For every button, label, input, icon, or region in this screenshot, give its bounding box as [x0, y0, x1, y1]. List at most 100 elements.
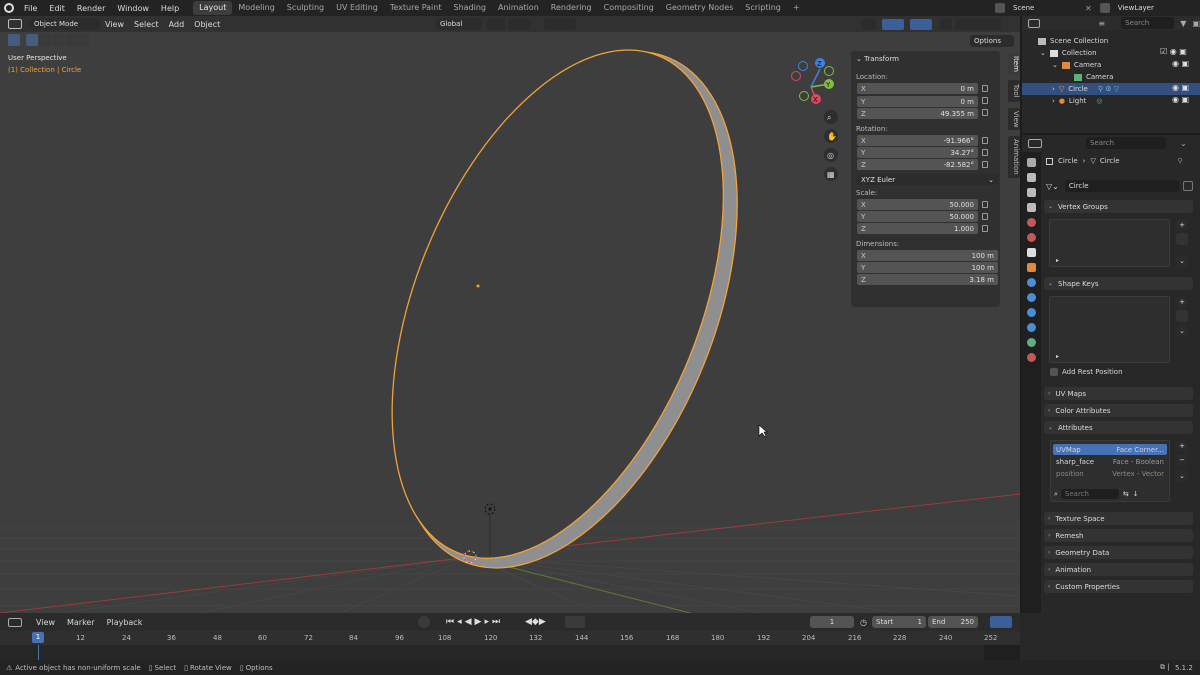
expand-icon[interactable]: ›	[1052, 85, 1055, 93]
tab-uv-editing[interactable]: UV Editing	[330, 1, 384, 15]
playback-controls[interactable]: ⏮◂◀▶▸⏭	[446, 617, 503, 627]
transform-orientation-selector[interactable]: Global	[436, 18, 482, 30]
visibility-eye-icon[interactable]: ◉ ▣	[1160, 95, 1196, 107]
3d-viewport[interactable]: Z Y X ⌕ ✋ ◎ ▦ Object Mode View Select Ad…	[0, 16, 1020, 613]
world-tab-icon[interactable]	[1027, 233, 1036, 242]
pivot-icon[interactable]	[487, 18, 505, 30]
scale-x-field[interactable]: X 50.000	[857, 199, 978, 210]
attribute-row-position[interactable]: position Vertex - Vector	[1053, 468, 1167, 479]
scale-y-field[interactable]: Y 50.000	[857, 211, 978, 222]
menu-window[interactable]: Window	[111, 4, 155, 13]
panel-uv-maps[interactable]: › UV Maps	[1044, 387, 1193, 400]
menu-select[interactable]: Select	[129, 20, 164, 29]
tab-view[interactable]: View	[1008, 108, 1020, 130]
lock-icon[interactable]	[982, 213, 988, 220]
panel-custom-properties[interactable]: › Custom Properties	[1044, 580, 1193, 593]
select-mode-invert-icon[interactable]	[65, 34, 77, 46]
lock-icon[interactable]	[982, 85, 988, 92]
remove-vertex-group-button[interactable]	[1176, 233, 1188, 245]
tab-animation[interactable]: Animation	[492, 1, 545, 15]
shape-key-menu-button[interactable]: ⌄	[1176, 325, 1188, 337]
vertex-groups-list[interactable]: ▸	[1049, 219, 1170, 267]
pin-icon[interactable]: ⚲	[1178, 157, 1183, 165]
overlay-toggle-icon[interactable]	[910, 18, 932, 30]
auto-keying-icon[interactable]	[418, 616, 430, 628]
outliner-filter-icon[interactable]: ▼	[1180, 19, 1186, 28]
attribute-row-uvmap[interactable]: UVMap Face Corner...	[1053, 444, 1167, 455]
view-layer-tab-icon[interactable]	[1027, 203, 1036, 212]
lock-icon[interactable]	[982, 109, 988, 116]
circle-object[interactable]	[323, 16, 805, 613]
tab-modeling[interactable]: Modeling	[232, 1, 280, 15]
scene-tab-icon[interactable]	[1027, 218, 1036, 227]
location-y-field[interactable]: Y 0 m	[857, 96, 978, 107]
new-collection-icon[interactable]: ▣	[1192, 19, 1200, 28]
select-mode-extend-icon[interactable]	[39, 34, 51, 46]
output-tab-icon[interactable]	[1027, 188, 1036, 197]
modifiers-tab-icon[interactable]	[1027, 278, 1036, 287]
collection-tab-icon[interactable]	[1027, 248, 1036, 257]
constraints-tab-icon[interactable]	[1027, 323, 1036, 332]
panel-shape-keys[interactable]: ⌄ Shape Keys	[1044, 277, 1193, 290]
tab-shading[interactable]: Shading	[447, 1, 492, 15]
lock-icon[interactable]	[982, 137, 988, 144]
lock-icon[interactable]	[982, 225, 988, 232]
menu-object[interactable]: Object	[189, 20, 225, 29]
expand-icon[interactable]: ⌄	[1052, 61, 1058, 69]
timeline-editor-icon[interactable]	[8, 617, 22, 627]
data-name-field[interactable]: Circle	[1064, 180, 1179, 192]
attribute-row-sharp-face[interactable]: sharp_face Face - Boolean	[1053, 456, 1167, 467]
panel-color-attributes[interactable]: › Color Attributes	[1044, 404, 1193, 417]
panel-texture-space[interactable]: › Texture Space	[1044, 512, 1193, 525]
scene-selector[interactable]: Scene	[1009, 2, 1081, 14]
keyframe-nav-icons[interactable]: ◀◆▶	[525, 617, 546, 627]
view-layer-icon[interactable]	[1099, 3, 1110, 13]
panel-geometry-data[interactable]: › Geometry Data	[1044, 546, 1193, 559]
remove-shape-key-button[interactable]	[1176, 310, 1188, 322]
rotation-y-field[interactable]: Y 34.27°	[857, 147, 978, 158]
tab-scripting[interactable]: Scripting	[739, 1, 787, 15]
mode-selector[interactable]: Object Mode	[30, 18, 100, 30]
tab-tool[interactable]: Tool	[1008, 80, 1020, 102]
panel-vertex-groups[interactable]: ⌄ Vertex Groups	[1044, 200, 1193, 213]
rotation-x-field[interactable]: X -91.966°	[857, 135, 978, 146]
location-z-field[interactable]: Z 49.355 m	[857, 108, 978, 119]
view-layer-selector[interactable]: ViewLayer	[1113, 2, 1174, 14]
swap-icon[interactable]: ⇆	[1123, 490, 1129, 498]
list-grip-icon[interactable]: ▸	[1056, 257, 1059, 264]
panel-remesh[interactable]: › Remesh	[1044, 529, 1193, 542]
visibility-eye-icon[interactable]: ☑ ◉ ▣	[1160, 47, 1196, 59]
snapping-icon[interactable]	[565, 616, 585, 628]
rotation-mode-dropdown[interactable]: XYZ Euler ⌄	[857, 174, 998, 185]
timeline-menu-marker[interactable]: Marker	[61, 618, 101, 627]
sort-icon[interactable]: ↓	[1133, 490, 1139, 498]
mesh-data-selector-icon[interactable]: ▽⌄	[1046, 182, 1059, 191]
visibility-eye-icon[interactable]: ◉ ▣	[1160, 59, 1196, 71]
menu-file[interactable]: File	[18, 4, 43, 13]
snap-icon[interactable]	[508, 18, 530, 30]
proportional-edit-icon[interactable]	[544, 18, 576, 30]
tab-animation-side[interactable]: Animation	[1008, 136, 1020, 178]
gizmo-toggle-icon[interactable]	[882, 18, 904, 30]
filter-icon[interactable]: ≡	[1098, 19, 1105, 28]
start-frame-field[interactable]: Start 1	[872, 616, 926, 628]
dimensions-x-field[interactable]: X 100 m	[857, 250, 998, 261]
menu-help[interactable]: Help	[155, 4, 185, 13]
navigation-gizmo[interactable]: Z Y X	[791, 58, 835, 104]
blender-logo-icon[interactable]	[4, 3, 14, 13]
tab-item[interactable]: Item	[1008, 53, 1020, 75]
editor-type-icon[interactable]	[8, 19, 22, 29]
select-mode-subtract-icon[interactable]	[52, 34, 64, 46]
timeline-menu-playback[interactable]: Playback	[101, 618, 149, 627]
physics-tab-icon[interactable]	[1027, 308, 1036, 317]
tab-layout[interactable]: Layout	[193, 1, 233, 15]
select-mode-intersect-icon[interactable]	[78, 34, 90, 46]
shading-modes-icon[interactable]	[955, 18, 1001, 30]
add-workspace-button[interactable]: +	[787, 1, 806, 15]
tool-tab-icon[interactable]	[1027, 158, 1036, 167]
add-vertex-group-button[interactable]: +	[1176, 219, 1188, 231]
lock-icon[interactable]	[982, 161, 988, 168]
add-shape-key-button[interactable]: +	[1176, 296, 1188, 308]
data-tab-icon[interactable]	[1027, 338, 1036, 347]
current-frame-field[interactable]: 1	[810, 616, 854, 628]
